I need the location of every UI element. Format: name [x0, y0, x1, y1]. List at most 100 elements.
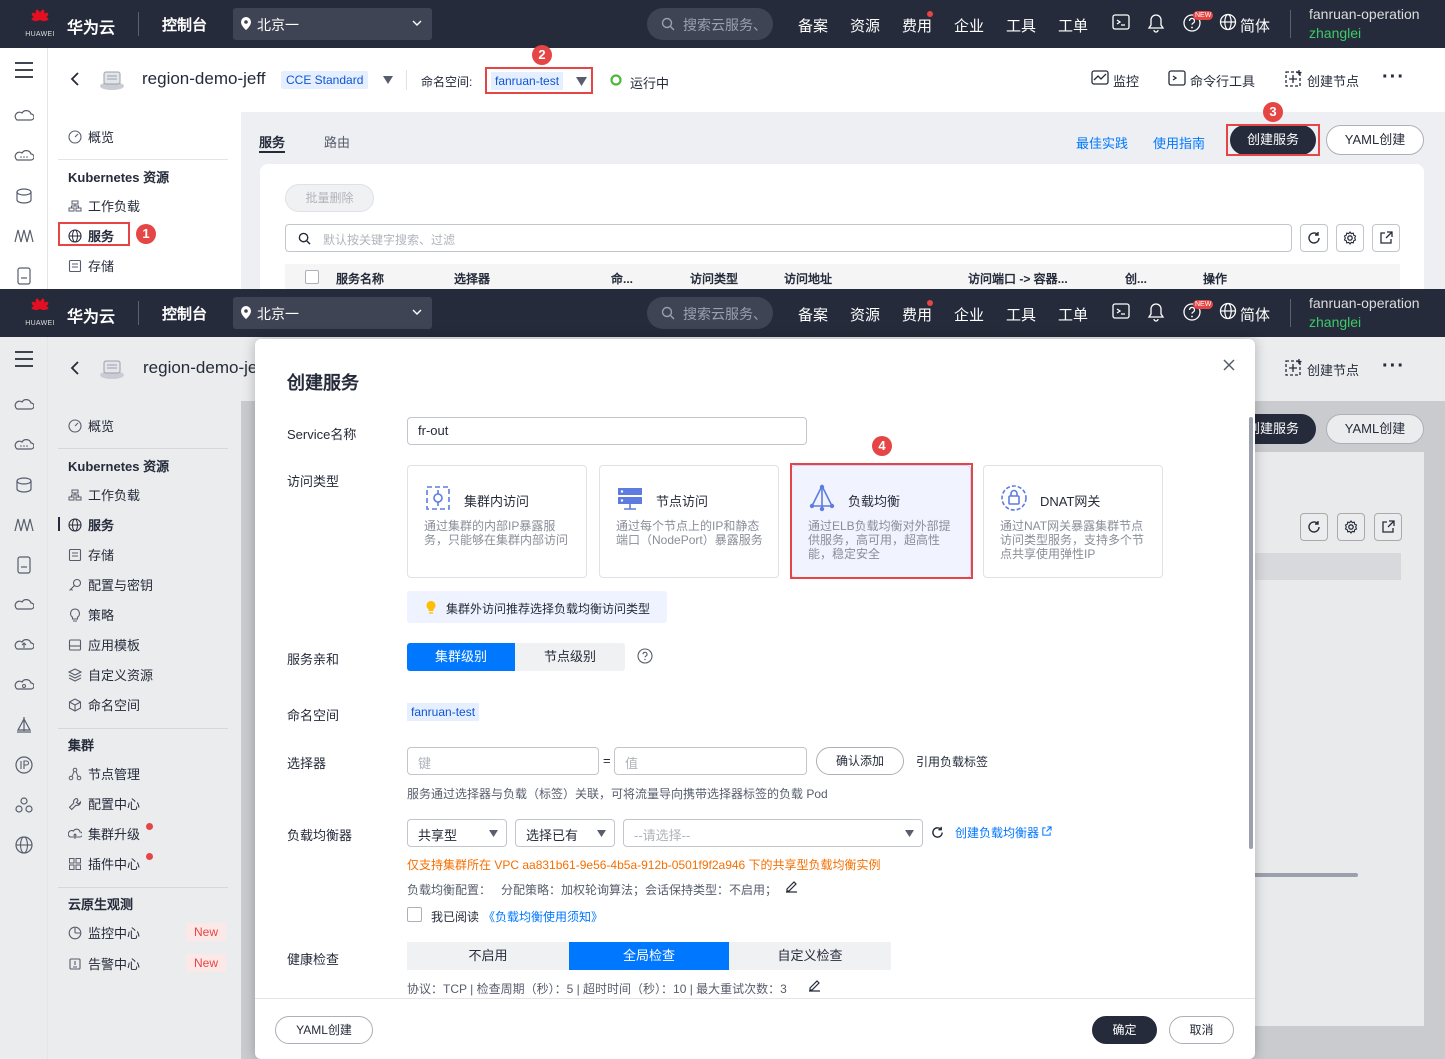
nav-enterprise[interactable]: 企业 [954, 15, 984, 36]
settings-button[interactable] [1337, 513, 1365, 541]
terminal-icon[interactable] [1112, 13, 1130, 31]
confirm-add-button[interactable]: 确认添加 [816, 747, 904, 775]
huawei-logo[interactable]: HUAWEI [22, 9, 58, 41]
service-search-input[interactable]: 默认按关键字搜索、过滤 [285, 224, 1292, 252]
brand-name[interactable]: 华为云 [67, 14, 115, 38]
reference-labels-link[interactable]: 引用负载标签 [916, 753, 988, 770]
waveform-icon[interactable] [14, 226, 34, 246]
bell-icon[interactable] [1147, 13, 1165, 33]
sidebar-item-cluster-upgrade[interactable]: 集群升级 [68, 824, 140, 843]
sidebar-item-config-secret[interactable]: 配置与密钥 [68, 575, 153, 594]
region-selector[interactable]: 北京一 [233, 297, 432, 329]
storage-icon[interactable] [14, 266, 34, 286]
nav-enterprise[interactable]: 企业 [954, 304, 984, 325]
sidebar-item-workloads[interactable]: 工作负载 [68, 485, 140, 504]
nav-tickets[interactable]: 工单 [1058, 15, 1088, 36]
sidebar-item-config-center[interactable]: 配置中心 [68, 794, 140, 813]
col-access-type[interactable]: 访问类型 [690, 270, 738, 287]
console-link[interactable]: 控制台 [162, 303, 207, 324]
lb-type-select[interactable]: 共享型 [407, 819, 507, 847]
sidebar-item-overview[interactable]: 概览 [68, 127, 114, 146]
lb-agree-checkbox[interactable] [407, 907, 422, 922]
database-icon[interactable] [14, 475, 34, 495]
tab-ingress[interactable]: 路由 [324, 132, 350, 151]
back-arrow-icon[interactable] [70, 360, 80, 376]
ok-button[interactable]: 确定 [1092, 1016, 1157, 1044]
affinity-node-level[interactable]: 节点级别 [515, 643, 625, 671]
export-button[interactable] [1372, 224, 1400, 252]
selector-value-input[interactable]: 值 [614, 747, 807, 775]
refresh-icon[interactable] [931, 826, 944, 839]
terminal-icon[interactable] [1112, 302, 1130, 320]
brand-name[interactable]: 华为云 [67, 303, 115, 327]
nav-tickets[interactable]: 工单 [1058, 304, 1088, 325]
console-link[interactable]: 控制台 [162, 14, 207, 35]
waveform-icon[interactable] [14, 515, 34, 535]
cloud-upload-icon[interactable] [14, 635, 34, 655]
col-created[interactable]: 创... [1125, 270, 1147, 287]
sidebar-item-services[interactable]: 服务 [68, 515, 114, 534]
yaml-create-button[interactable]: YAML创建 [1326, 414, 1424, 444]
cloud-network-icon[interactable] [14, 675, 34, 695]
create-lb-link[interactable]: 创建负载均衡器 [955, 824, 1039, 841]
caret-down-icon[interactable] [383, 76, 393, 84]
edit-icon[interactable] [784, 879, 799, 894]
menu-icon[interactable] [14, 349, 34, 369]
menu-icon[interactable] [14, 60, 34, 80]
add-node-icon[interactable] [1285, 358, 1303, 376]
add-node-icon[interactable] [1285, 69, 1303, 87]
bell-icon[interactable] [1147, 302, 1165, 322]
cloud-server-icon[interactable] [14, 106, 34, 126]
back-arrow-icon[interactable] [70, 71, 80, 87]
usage-guide-link[interactable]: 使用指南 [1153, 133, 1205, 152]
user-account[interactable]: fanruan-operation [1309, 6, 1420, 22]
sidebar-item-workloads[interactable]: 工作负载 [68, 196, 140, 215]
dialog-scrollbar[interactable] [1249, 417, 1253, 849]
ip-icon[interactable] [14, 755, 34, 775]
globe-icon[interactable] [1219, 302, 1237, 320]
sidebar-item-monitor-center[interactable]: 监控中心 [68, 923, 140, 942]
selector-key-input[interactable]: 键 [407, 747, 599, 775]
yaml-create-button[interactable]: YAML创建 [1326, 125, 1424, 155]
sail-icon[interactable] [14, 715, 34, 735]
nav-beian[interactable]: 备案 [798, 304, 828, 325]
lb-instance-select[interactable]: --请选择-- [623, 819, 923, 847]
language-selector[interactable]: 简体 [1240, 304, 1270, 325]
create-node-button[interactable]: 创建节点 [1307, 71, 1359, 90]
create-node-button[interactable]: 创建节点 [1307, 360, 1359, 379]
col-name[interactable]: 服务名称 [336, 270, 384, 287]
access-card-nodeport[interactable]: 节点访问 通过每个节点上的IP和静态端口（NodePort）暴露服务 [599, 465, 779, 578]
user-name[interactable]: zhanglei [1309, 314, 1361, 330]
monitor-button[interactable]: 监控 [1113, 71, 1139, 90]
nav-billing[interactable]: 费用 [902, 304, 932, 325]
terminal-icon[interactable] [1168, 69, 1186, 87]
affinity-cluster-level[interactable]: 集群级别 [407, 643, 515, 671]
footer-yaml-button[interactable]: YAML创建 [275, 1016, 373, 1044]
access-card-dnat[interactable]: DNAT网关 通过NAT网关暴露集群节点访问类型服务，支持多个节点共享使用弹性I… [983, 465, 1163, 578]
cancel-button[interactable]: 取消 [1169, 1016, 1234, 1044]
refresh-button[interactable] [1300, 513, 1328, 541]
edit-icon[interactable] [807, 978, 822, 993]
health-custom-option[interactable]: 自定义检查 [729, 942, 891, 970]
refresh-button[interactable] [1300, 224, 1328, 252]
tab-services[interactable]: 服务 [259, 132, 285, 151]
close-icon[interactable] [1223, 359, 1235, 371]
nav-billing[interactable]: 费用 [902, 15, 932, 36]
select-all-checkbox[interactable] [305, 270, 319, 284]
export-button[interactable] [1374, 513, 1402, 541]
user-account[interactable]: fanruan-operation [1309, 295, 1420, 311]
user-name[interactable]: zhanglei [1309, 25, 1361, 41]
lb-mode-select[interactable]: 选择已有 [515, 819, 615, 847]
kubectl-button[interactable]: 命令行工具 [1190, 71, 1255, 90]
batch-delete-button[interactable]: 批量删除 [285, 184, 374, 212]
nav-resources[interactable]: 资源 [850, 304, 880, 325]
cluster-nodes-icon[interactable] [14, 795, 34, 815]
sidebar-item-app-template[interactable]: 应用模板 [68, 635, 140, 654]
nav-beian[interactable]: 备案 [798, 15, 828, 36]
sidebar-item-custom-resource[interactable]: 自定义资源 [68, 665, 153, 684]
nav-resources[interactable]: 资源 [850, 15, 880, 36]
cloud-container-icon[interactable] [14, 146, 34, 166]
huawei-logo[interactable]: HUAWEI [22, 298, 58, 330]
access-card-clusterip[interactable]: 集群内访问 通过集群的内部IP暴露服务，只能够在集群内部访问 [407, 465, 587, 578]
cloud-server-icon[interactable] [14, 395, 34, 415]
